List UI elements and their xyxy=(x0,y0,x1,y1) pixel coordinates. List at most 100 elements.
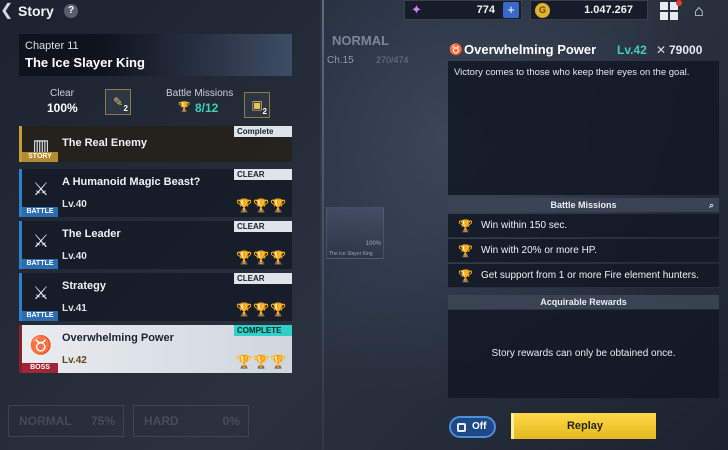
stage-status: CLEAR xyxy=(234,273,292,284)
clear-label: Clear xyxy=(50,88,74,99)
trophy-icon: 🏆 xyxy=(270,198,287,213)
background-progress: 270/474 xyxy=(376,55,409,65)
trophy-icon: 🏆 xyxy=(270,302,287,317)
toggle-knob-icon xyxy=(457,423,466,432)
top-bar: ❮ Story ? ✦ 774 + G 1.047.267 ⌂ xyxy=(0,0,728,24)
crossed-swords-icon: ⚔ xyxy=(32,179,50,199)
battle-missions-header: Battle Missions ⌕ xyxy=(448,198,719,212)
stage-name: Strategy xyxy=(62,280,107,292)
gem-icon: ✦ xyxy=(411,2,422,17)
gem-counter: ✦ 774 + xyxy=(404,0,522,20)
thumb-percent: 100% xyxy=(365,241,381,247)
stage-trophies: 🏆🏆🏆 xyxy=(233,249,287,265)
panel-divider xyxy=(322,0,324,450)
clear-badge-count: 2 xyxy=(123,104,128,113)
trophy-icon: 🏆 xyxy=(458,219,473,233)
battle-missions-label: Battle Missions xyxy=(166,88,234,99)
crossed-swords-icon: ⚔ xyxy=(32,283,50,303)
clear-reward-badge[interactable]: ✎ 2 xyxy=(105,89,131,115)
background-chapter: Ch.15 xyxy=(327,55,354,66)
trophy-icon: 🏆 xyxy=(236,198,253,213)
stage-item-strategy[interactable]: ⚔ BATTLE Strategy Lv.41 CLEAR 🏆🏆🏆 xyxy=(19,273,292,321)
gold-coin-icon: G xyxy=(535,3,550,18)
help-icon[interactable]: ? xyxy=(64,4,78,18)
crossed-swords-icon: ⚔ xyxy=(32,231,50,251)
trophy-icon: 🏆 xyxy=(178,102,191,113)
mission-row: 🏆 Get support from 1 or more Fire elemen… xyxy=(448,264,719,288)
stage-tag: BATTLE xyxy=(22,259,58,269)
chapter-number: Chapter 11 xyxy=(25,40,79,52)
back-arrow-icon[interactable]: ❮ xyxy=(0,2,14,20)
background-chapter-thumb: 100% The Ice Slayer King xyxy=(326,207,384,259)
trophy-icon: 🏆 xyxy=(253,354,270,369)
gold-counter: G 1.047.267 xyxy=(530,0,648,20)
stage-trophies: 🏆🏆🏆 xyxy=(233,301,287,317)
stage-status: CLEAR xyxy=(234,221,292,232)
stage-tag: BOSS xyxy=(22,363,58,373)
horned-helmet-icon: ♉ xyxy=(29,335,53,355)
chapter-banner: Chapter 11 The Ice Slayer King xyxy=(19,34,292,76)
gem-value: 774 xyxy=(476,4,495,16)
trophy-icon: 🏆 xyxy=(458,269,473,283)
stage-trophies: 🏆🏆🏆 xyxy=(233,197,287,213)
trophy-icon: 🏆 xyxy=(236,250,253,265)
clear-value: 100% xyxy=(47,101,78,115)
rewards-text: Story rewards can only be obtained once. xyxy=(491,348,676,359)
mission-text: Win with 20% or more HP. xyxy=(481,245,597,256)
mission-row: 🏆 Win within 150 sec. xyxy=(448,214,719,238)
rewards-header: Acquirable Rewards xyxy=(448,295,719,309)
stage-item-the-leader[interactable]: ⚔ BATTLE The Leader Lv.40 CLEAR 🏆🏆🏆 xyxy=(19,221,292,269)
menu-grid-icon[interactable] xyxy=(660,0,682,22)
trophy-icon: 🏆 xyxy=(253,198,270,213)
mission-text: Get support from 1 or more Fire element … xyxy=(481,270,699,281)
faded-hard-pct: 0% xyxy=(222,414,240,428)
missions-badge-count: 2 xyxy=(262,107,267,116)
detail-power: 79000 xyxy=(669,43,703,57)
stage-tag: STORY xyxy=(22,152,58,162)
stage-trophies: 🏆🏆🏆 xyxy=(233,353,287,369)
missions-reward-badge[interactable]: ▣ 2 xyxy=(244,92,270,118)
detail-title: Overwhelming Power xyxy=(464,42,597,57)
stage-status: CLEAR xyxy=(234,169,292,180)
stage-level: Lv.40 xyxy=(62,251,87,262)
trophy-icon: 🏆 xyxy=(236,354,253,369)
home-icon[interactable]: ⌂ xyxy=(694,3,714,21)
background-mode-label: NORMAL xyxy=(332,33,390,48)
trophy-icon: 🏆 xyxy=(270,250,287,265)
search-icon[interactable]: ⌕ xyxy=(709,198,714,212)
stage-status: Complete xyxy=(234,126,292,137)
trophy-icon: 🏆 xyxy=(270,354,287,369)
thumb-name: The Ice Slayer King xyxy=(329,251,373,257)
stage-level: Lv.40 xyxy=(62,199,87,210)
detail-description: Victory comes to those who keep their ey… xyxy=(454,67,690,78)
stage-name: A Humanoid Magic Beast? xyxy=(62,176,201,188)
description-box: Victory comes to those who keep their ey… xyxy=(448,61,719,195)
auto-toggle[interactable]: Off xyxy=(449,416,496,438)
boss-icon: ♉ xyxy=(449,44,463,56)
stage-item-the-real-enemy[interactable]: ▥ STORY The Real Enemy Complete xyxy=(19,126,292,162)
stage-level: Lv.41 xyxy=(62,303,87,314)
page-title: Story xyxy=(18,3,54,19)
faded-hard-label: HARD xyxy=(144,414,179,428)
chapter-name: The Ice Slayer King xyxy=(25,55,145,70)
replay-button[interactable]: Replay xyxy=(511,413,656,439)
stage-name: The Real Enemy xyxy=(62,137,147,149)
mission-text: Win within 150 sec. xyxy=(481,220,568,231)
stage-level: Lv.42 xyxy=(62,355,87,366)
faded-normal-label: NORMAL xyxy=(19,414,72,428)
stage-name: The Leader xyxy=(62,228,121,240)
toggle-label: Off xyxy=(472,421,487,432)
faded-hard-tab: HARD 0% xyxy=(133,405,249,437)
trophy-icon: 🏆 xyxy=(458,244,473,258)
stage-item-overwhelming-power[interactable]: ♉ BOSS Overwhelming Power Lv.42 COMPLETE… xyxy=(19,325,292,373)
faded-normal-tab: NORMAL 75% xyxy=(8,405,124,437)
stage-status: COMPLETE xyxy=(234,325,292,336)
add-gems-button[interactable]: + xyxy=(503,2,519,18)
trophy-icon: 🏆 xyxy=(236,302,253,317)
stage-item-humanoid-magic-beast[interactable]: ⚔ BATTLE A Humanoid Magic Beast? Lv.40 C… xyxy=(19,169,292,217)
mission-row: 🏆 Win with 20% or more HP. xyxy=(448,239,719,263)
rewards-box: Story rewards can only be obtained once. xyxy=(448,310,719,398)
faded-normal-pct: 75% xyxy=(90,414,115,428)
trophy-icon: 🏆 xyxy=(253,302,270,317)
notification-dot xyxy=(676,0,682,6)
